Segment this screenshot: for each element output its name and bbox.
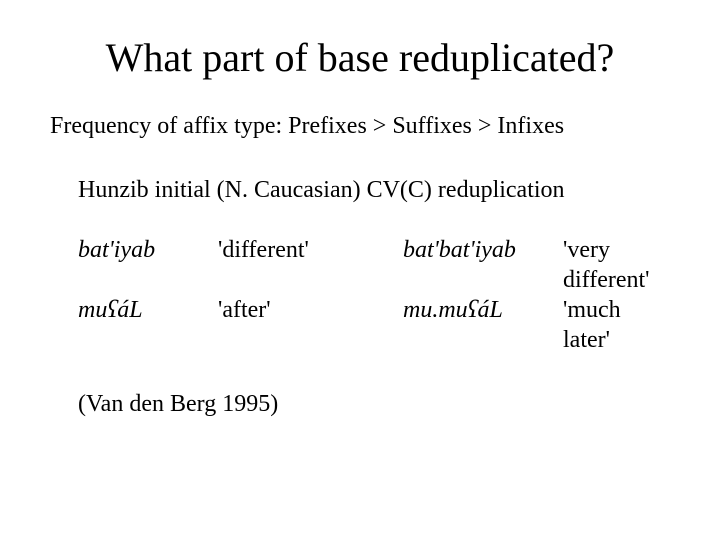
table-row: bat'iyab 'different' bat'bat'iyab 'very …	[78, 235, 670, 295]
examples-table: bat'iyab 'different' bat'bat'iyab 'very …	[78, 235, 670, 355]
freq-line: Frequency of affix type: Prefixes > Suff…	[50, 111, 670, 141]
redup-form: mu.muʕáL	[403, 295, 563, 355]
base-form: bat'iyab	[78, 235, 218, 295]
language-line: Hunzib initial (N. Caucasian) CV(C) redu…	[78, 175, 670, 205]
table-row: muʕáL 'after' mu.muʕáL 'much later'	[78, 295, 670, 355]
slide-body: Frequency of affix type: Prefixes > Suff…	[0, 91, 720, 419]
base-gloss: 'different'	[218, 235, 403, 295]
citation: (Van den Berg 1995)	[78, 389, 670, 419]
slide: What part of base reduplicated? Frequenc…	[0, 0, 720, 540]
redup-gloss: 'very different'	[563, 235, 670, 295]
base-gloss: 'after'	[218, 295, 403, 355]
redup-gloss: 'much later'	[563, 295, 670, 355]
base-form: muʕáL	[78, 295, 218, 355]
redup-form: bat'bat'iyab	[403, 235, 563, 295]
slide-title: What part of base reduplicated?	[0, 0, 720, 91]
